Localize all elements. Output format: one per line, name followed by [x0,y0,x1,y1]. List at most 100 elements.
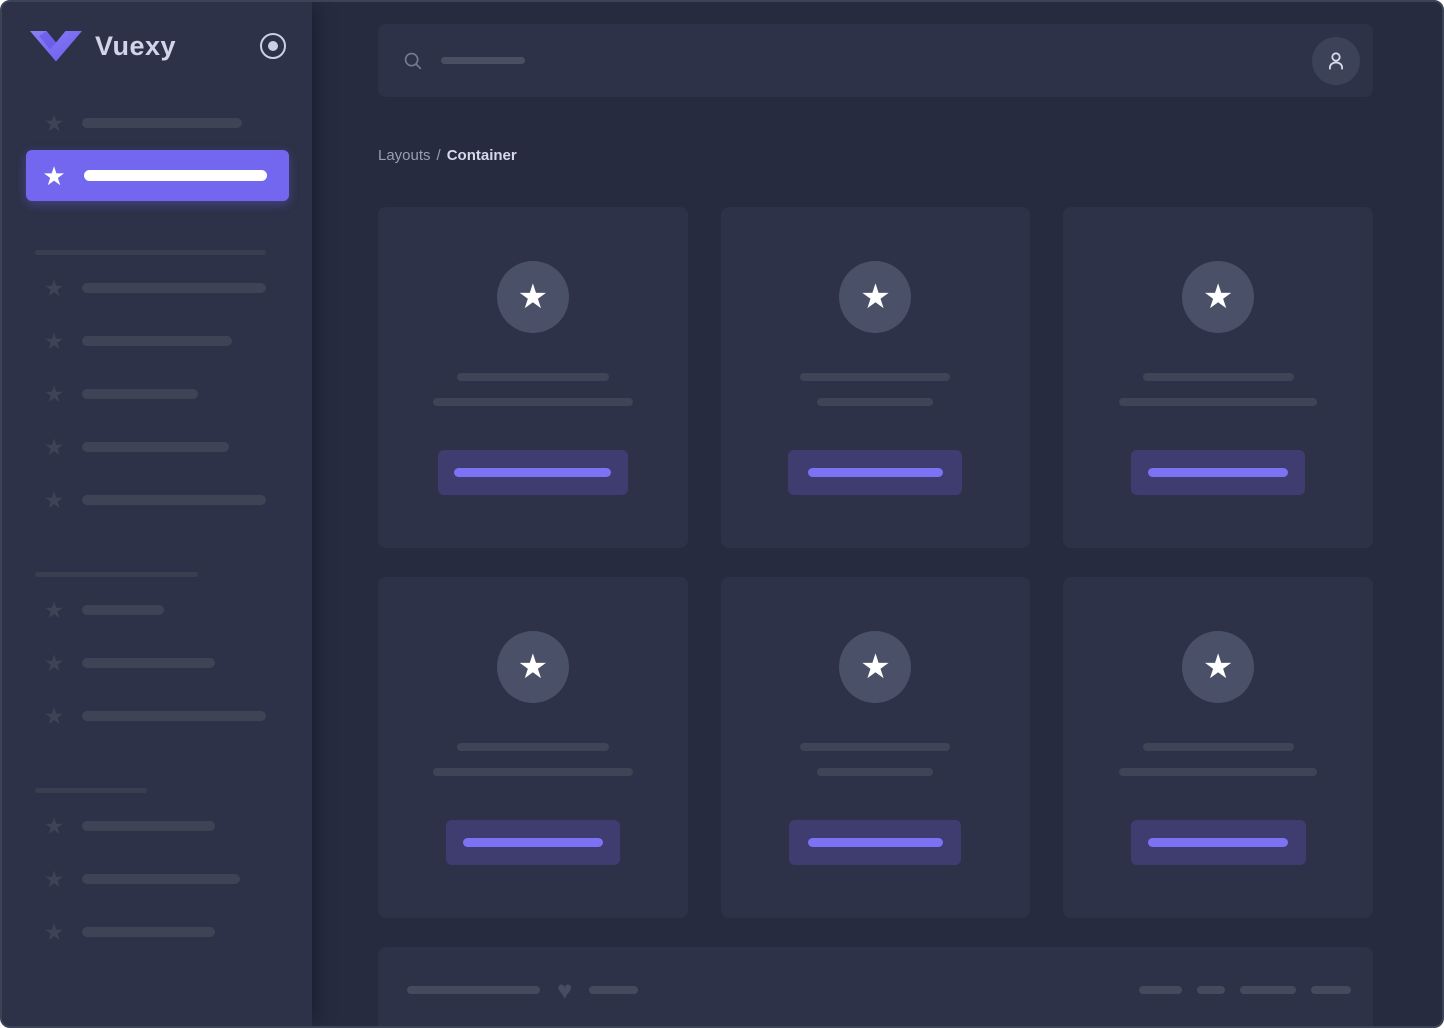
sidebar-menu-item[interactable]: ★ [2,435,312,459]
footer-link-skeleton [1139,986,1182,994]
button-label-skeleton [1148,468,1289,477]
card-subtitle-skeleton [432,398,633,406]
sidebar-header: Vuexy [2,2,312,90]
sidebar-menu-item[interactable]: ★ [2,329,312,353]
footer-link-skeleton [1240,986,1296,994]
card-action-button[interactable] [437,450,628,495]
card-avatar: ★ [1182,261,1255,333]
menu-label-skeleton [82,605,164,615]
star-icon: ★ [1202,278,1234,316]
card-action-button[interactable] [1131,450,1306,495]
card-subtitle-skeleton [1119,398,1318,406]
star-icon: ★ [43,328,65,354]
menu-label-skeleton [82,283,266,293]
sidebar: Vuexy ★ ★ ★ ★ ★ ★ ★ ★ ★ ★ ★ ★ ★ [2,2,312,1026]
star-icon: ★ [517,648,549,686]
menu-label-skeleton [82,442,229,452]
button-label-skeleton [462,838,603,847]
card-title-skeleton [800,373,951,381]
sidebar-menu-item[interactable]: ★ [2,867,312,891]
button-label-skeleton [1148,838,1289,847]
sidebar-menu-item[interactable]: ★ [2,814,312,838]
sidebar-section-header-skeleton [35,572,198,577]
search-bar[interactable] [378,24,1373,97]
button-label-skeleton [807,838,943,847]
menu-label-skeleton [82,336,232,346]
star-icon: ★ [43,813,65,839]
card-title-skeleton [1142,743,1294,751]
search-placeholder-skeleton [441,57,525,64]
main-content: Layouts / Container ★ ★ ★ ★ ★ ★ ♥ [312,2,1442,1026]
sidebar-menu-item[interactable]: ★ [2,276,312,300]
star-icon: ★ [43,434,65,460]
footer-text-skeleton [589,986,639,994]
star-icon: ★ [860,278,891,316]
content-card: ★ [1063,207,1373,548]
star-icon: ★ [517,278,549,316]
app-window: Vuexy ★ ★ ★ ★ ★ ★ ★ ★ ★ ★ ★ ★ ★ Layouts … [0,0,1444,1028]
card-grid: ★ ★ ★ ★ ★ ★ [378,207,1373,918]
menu-pin-toggle-icon[interactable] [260,33,286,59]
menu-label-skeleton [82,927,215,937]
vuexy-logo-icon [30,31,82,62]
menu-label-skeleton [82,389,198,399]
menu-label-skeleton [82,874,240,884]
card-avatar: ★ [496,261,569,333]
breadcrumb: Layouts / Container [378,147,1373,164]
card-avatar: ★ [839,261,912,333]
sidebar-menu-item[interactable]: ★ [2,382,312,406]
heart-icon[interactable]: ♥ [557,977,572,1003]
sidebar-menu-item[interactable]: ★ [2,488,312,512]
active-menu-label-skeleton [84,170,267,181]
menu-label-skeleton [82,495,266,505]
breadcrumb-current: Container [446,147,517,164]
card-action-button[interactable] [788,450,963,495]
button-label-skeleton [807,468,943,477]
brand-name: Vuexy [95,30,177,61]
star-icon: ★ [1202,648,1234,686]
footer-links [1139,986,1351,994]
star-icon: ★ [43,866,65,892]
star-icon: ★ [43,275,65,301]
breadcrumb-parent[interactable]: Layouts [378,147,431,164]
user-avatar[interactable] [1312,36,1360,85]
sidebar-menu-item[interactable]: ★ [2,598,312,622]
person-icon [1329,51,1343,70]
card-action-button[interactable] [445,820,620,865]
search-icon [404,52,422,69]
card-subtitle-skeleton [817,768,934,776]
card-avatar: ★ [496,631,569,703]
sidebar-section-header-skeleton [35,250,266,255]
content-card: ★ [378,577,688,918]
content-card: ★ [1063,577,1373,918]
card-title-skeleton [1142,373,1294,381]
footer-row: ♥ [407,977,1351,1003]
card-action-button[interactable] [789,820,962,865]
pin-dot [268,41,278,51]
card-avatar: ★ [839,631,912,703]
footer-link-skeleton [1197,986,1225,994]
sidebar-menu-item[interactable]: ★ [2,704,312,728]
content-card: ★ [378,207,688,548]
star-icon: ★ [43,381,65,407]
card-title-skeleton [456,743,609,751]
sidebar-menu-item-active[interactable]: ★ [26,150,289,201]
sidebar-menu-item[interactable]: ★ [2,111,312,135]
card-subtitle-skeleton [1119,768,1318,776]
star-icon: ★ [43,487,65,513]
sidebar-menu: ★ ★ ★ ★ ★ ★ ★ ★ ★ ★ ★ ★ ★ [2,111,312,944]
card-title-skeleton [456,373,609,381]
card-subtitle-skeleton [817,398,934,406]
star-icon: ★ [42,160,66,191]
sidebar-menu-item[interactable]: ★ [2,920,312,944]
footer-text-skeleton [407,986,540,994]
card-title-skeleton [800,743,951,751]
footer-link-skeleton [1311,986,1351,994]
star-icon: ★ [43,919,65,945]
star-icon: ★ [43,650,65,676]
star-icon: ★ [43,703,65,729]
content-card: ★ [720,207,1031,548]
sidebar-menu-item[interactable]: ★ [2,651,312,675]
menu-label-skeleton [82,658,215,668]
card-action-button[interactable] [1130,820,1306,865]
